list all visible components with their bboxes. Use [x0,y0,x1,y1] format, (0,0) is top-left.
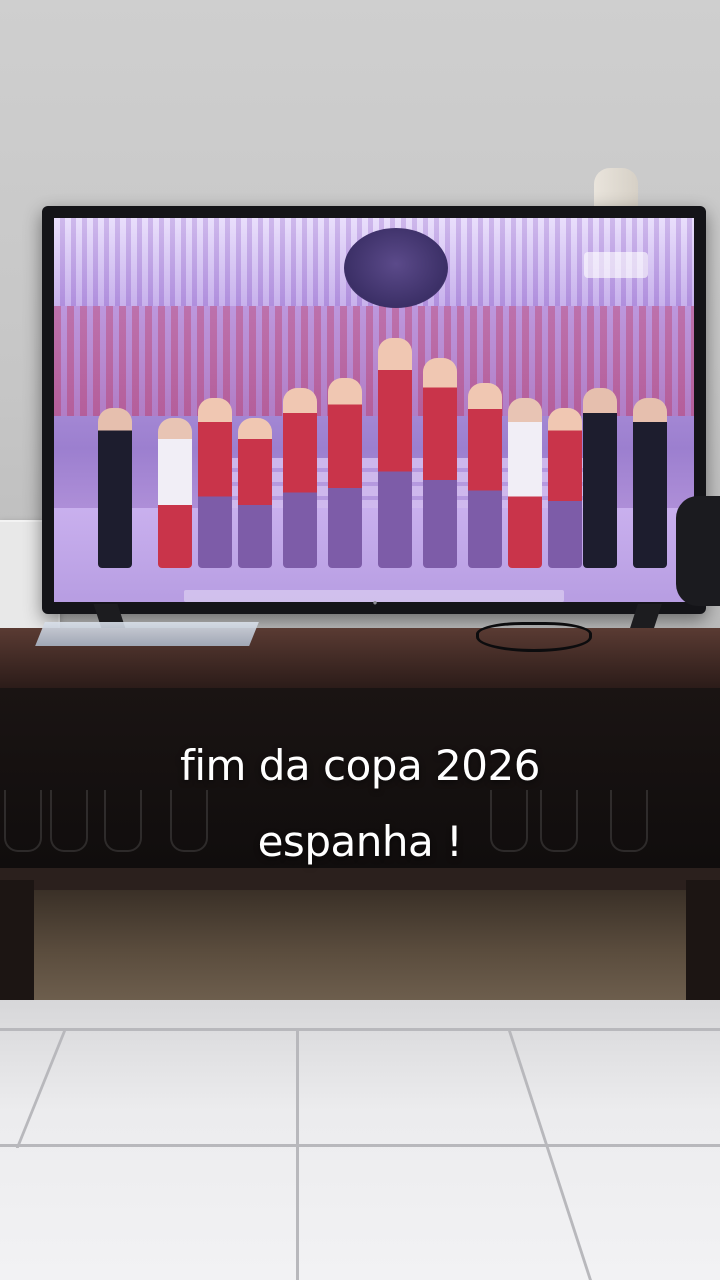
speaker [676,496,720,606]
player [468,383,502,568]
player [283,388,317,568]
player [158,418,192,568]
trophy-icon [344,228,448,308]
broadcast-logo-icon [584,252,648,278]
caption-line-1: fim da copa 2026 [180,741,540,790]
player [548,408,582,568]
player [378,338,412,568]
player [583,388,617,568]
tile-grout [507,1028,592,1280]
tile-grout [0,1028,720,1031]
tile-grout [15,1028,68,1148]
tiled-floor [0,1000,720,1280]
player [423,358,457,568]
player [198,398,232,568]
tv-brand-logo-icon: ● [372,598,378,607]
player [508,398,542,568]
television: ● [42,206,706,614]
player [633,398,667,568]
photo-scene: ● fim da copa 2026 espanha ! [0,0,720,1280]
cable-on-rack [476,622,592,652]
tile-grout [0,1144,720,1147]
tile-grout [296,1028,299,1280]
tv-rack-back-panel [30,890,690,1000]
tv-screen [54,218,694,602]
celebrating-players [78,318,678,568]
player [98,408,132,568]
player [238,418,272,568]
player [328,378,362,568]
caption-line-2: espanha ! [257,817,463,867]
video-caption: fim da copa 2026 espanha ! [0,728,720,881]
papers-on-rack [35,622,259,646]
